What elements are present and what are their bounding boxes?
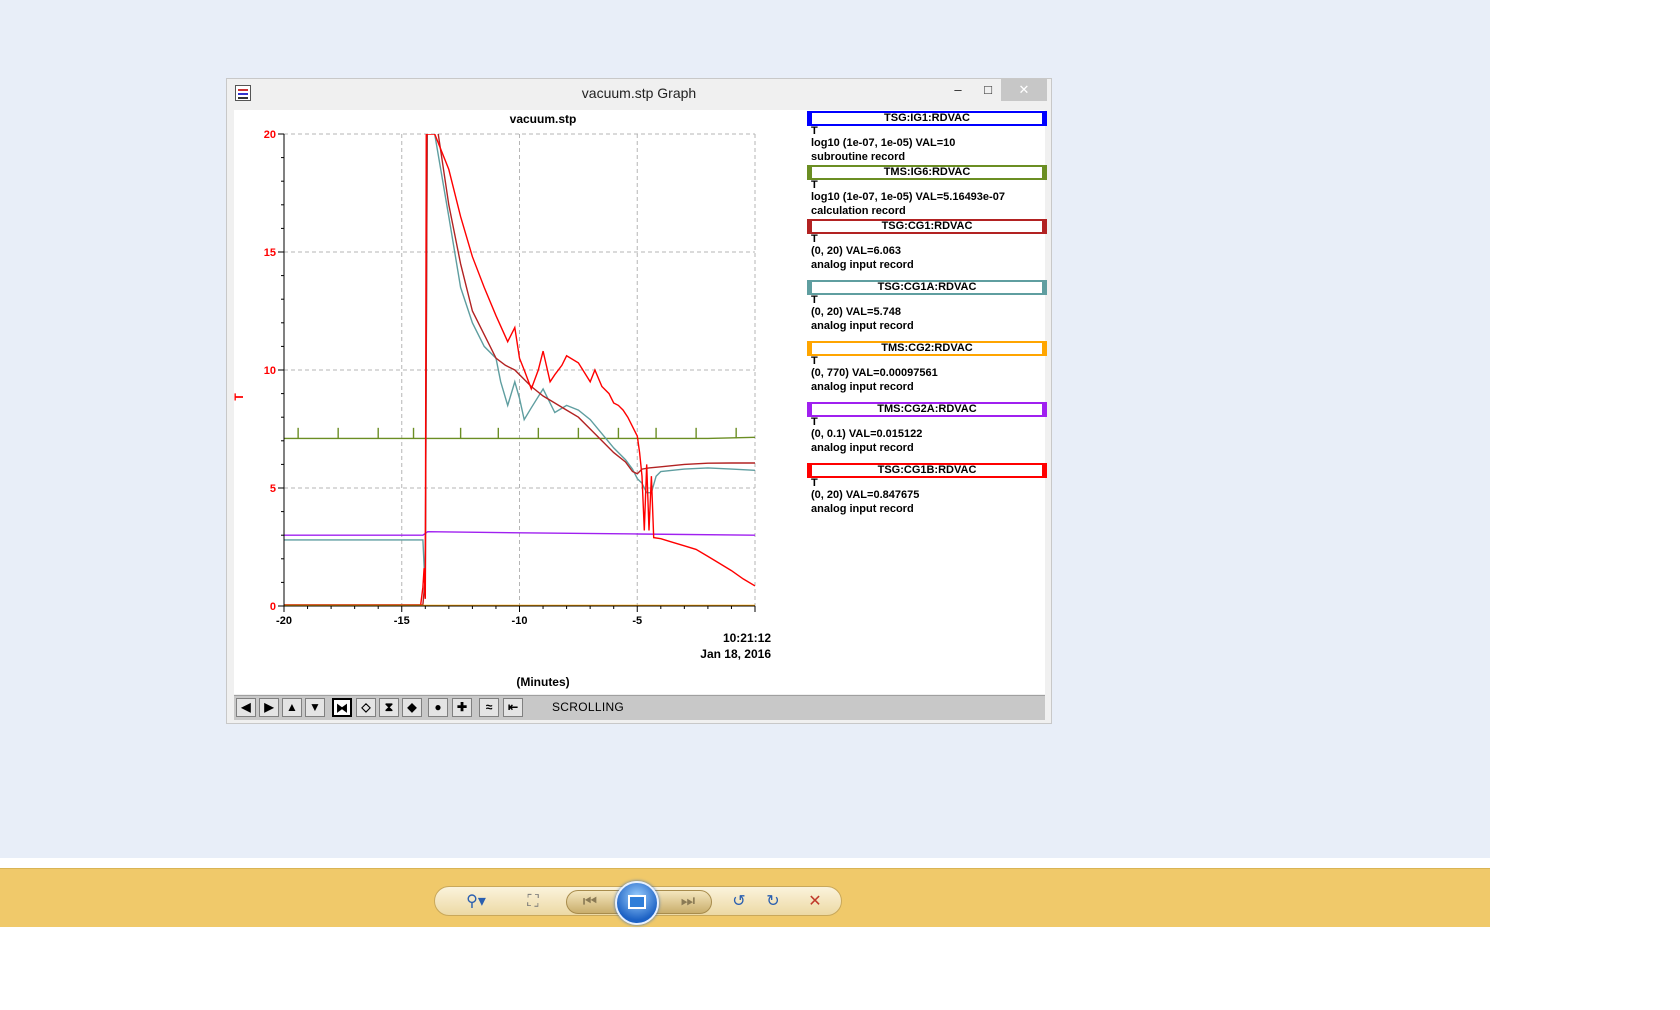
scroll-up-button[interactable]: ▲ (282, 698, 302, 717)
legend-pv-name[interactable]: TSG:CG1A:RDVAC (807, 280, 1047, 295)
viewer-toolbar: ⚲▾ ⛶ ⏮ ⏭ ↺ ↻ ✕ (0, 868, 1490, 927)
legend-unit: T (811, 233, 818, 245)
legend-range: (0, 770) VAL=0.00097561 (811, 367, 938, 379)
legend-pv-name[interactable]: TMS:CG2A:RDVAC (807, 402, 1047, 417)
y-tick-label: 5 (270, 483, 276, 495)
graph-toolbar: ◀ ▶ ▲ ▼ ⧓ ◇ ⧗ ◆ ● ✚ ≈ ⇤ SCROLLING (234, 695, 1045, 720)
legend-entry[interactable]: TSG:CG1B:RDVAC T (0, 20) VAL=0.847675 analo… (807, 463, 1047, 516)
legend-unit: T (811, 294, 818, 306)
scroll-right-button[interactable]: ▶ (259, 698, 279, 717)
timestamp-date: Jan 18, 2016 (700, 647, 771, 661)
next-icon[interactable]: ⏭ (675, 891, 701, 913)
zoom-in-y-button[interactable]: ⧗ (379, 698, 399, 717)
legend-entry[interactable]: TSG:CG1A:RDVAC T (0, 20) VAL=5.748 analog i… (807, 280, 1047, 333)
legend-unit: T (811, 416, 818, 428)
scroll-status-label: SCROLLING (552, 700, 625, 714)
auto-scale-button[interactable]: ● (428, 698, 448, 717)
legend-pv-name[interactable]: TMS:IG6:RDVAC (807, 165, 1047, 180)
legend-pv-name[interactable]: TSG:IG1:RDVAC (807, 111, 1047, 126)
legend-range: log10 (1e-07, 1e-05) VAL=10 (811, 137, 956, 149)
legend-pv-name[interactable]: TSG:CG1:RDVAC (807, 219, 1047, 234)
legend-entry[interactable]: TSG:CG1:RDVAC T (0, 20) VAL=6.063 analog in… (807, 219, 1047, 272)
legend: TSG:IG1:RDVAC Tlog10 (1e-07, 1e-05) VAL=1… (807, 111, 1047, 524)
zoom-out-y-button[interactable]: ◆ (402, 698, 422, 717)
legend-entry[interactable]: TMS:IG6:RDVAC Tlog10 (1e-07, 1e-05) VAL=5… (807, 165, 1047, 218)
chart-title: vacuum.stp (510, 112, 577, 126)
stagger-button[interactable]: ≈ (479, 698, 499, 717)
actual-size-icon[interactable]: ⛶ (519, 887, 547, 917)
zoom-out-x-button[interactable]: ◇ (356, 698, 376, 717)
y-tick-label: 10 (264, 365, 276, 377)
legend-entry[interactable]: TMS:CG2:RDVAC T (0, 770) VAL=0.00097561 ana… (807, 341, 1047, 394)
zoom-icon[interactable]: ⚲▾ (457, 887, 495, 917)
legend-unit: T (811, 355, 818, 367)
y-tick-label: 15 (264, 247, 276, 259)
add-button[interactable]: ✚ (452, 698, 472, 717)
minimize-button[interactable]: – (943, 79, 973, 101)
legend-pv-name[interactable]: TSG:CG1B:RDVAC (807, 463, 1047, 478)
legend-range: (0, 0.1) VAL=0.015122 (811, 428, 923, 440)
legend-range: (0, 20) VAL=6.063 (811, 245, 901, 257)
scroll-mode-button[interactable]: ⇤ (503, 698, 523, 717)
strip-chart[interactable]: vacuum.stp 0 5 10 15 20 -20 -15 -10 -5 T (Minute… (234, 110, 798, 694)
legend-type: analog input record (811, 381, 914, 393)
x-tick-label: -15 (394, 615, 410, 627)
timestamp-time: 10:21:12 (723, 631, 771, 645)
y-axis-label: T (234, 393, 246, 401)
legend-range: log10 (1e-07, 1e-05) VAL=5.16493e-07 (811, 191, 1005, 203)
slideshow-button[interactable] (615, 881, 659, 925)
slideshow-icon (628, 895, 646, 909)
y-tick-label: 0 (270, 601, 276, 613)
x-axis-label: (Minutes) (516, 675, 569, 689)
delete-icon[interactable]: ✕ (801, 887, 829, 917)
x-tick-label: -20 (276, 615, 292, 627)
legend-unit: T (811, 477, 818, 489)
maximize-button[interactable]: □ (973, 79, 1003, 101)
legend-type: analog input record (811, 503, 914, 515)
title-bar[interactable]: vacuum.stp Graph – □ ✕ (227, 79, 1051, 107)
window-title: vacuum.stp Graph (581, 85, 697, 101)
x-tick-label: -5 (632, 615, 642, 627)
legend-type: analog input record (811, 320, 914, 332)
legend-entry[interactable]: TSG:IG1:RDVAC Tlog10 (1e-07, 1e-05) VAL=1… (807, 111, 1047, 164)
scroll-left-button[interactable]: ◀ (236, 698, 256, 717)
x-tick-label: -10 (512, 615, 528, 627)
legend-unit: T (811, 179, 818, 191)
legend-unit: T (811, 125, 818, 137)
legend-pv-name[interactable]: TMS:CG2:RDVAC (807, 341, 1047, 356)
plot-area: vacuum.stp 0 5 10 15 20 -20 -15 -10 -5 T (Minute… (234, 110, 1047, 694)
legend-type: calculation record (811, 205, 906, 217)
rotate-counterclockwise-icon[interactable]: ↺ (725, 887, 753, 917)
scroll-down-button[interactable]: ▼ (305, 698, 325, 717)
y-tick-label: 20 (264, 129, 276, 141)
legend-type: subroutine record (811, 151, 906, 163)
legend-entry[interactable]: TMS:CG2A:RDVAC T (0, 0.1) VAL=0.015122 anal… (807, 402, 1047, 455)
rotate-clockwise-icon[interactable]: ↻ (759, 887, 787, 917)
legend-type: analog input record (811, 442, 914, 454)
graph-window: vacuum.stp Graph – □ ✕ vacuum.stp 0 5 10 15… (226, 78, 1052, 724)
legend-range: (0, 20) VAL=0.847675 (811, 489, 920, 501)
close-button[interactable]: ✕ (1001, 79, 1047, 101)
previous-icon[interactable]: ⏮ (577, 891, 603, 913)
zoom-in-x-button[interactable]: ⧓ (332, 698, 352, 717)
viewer-control-pill: ⚲▾ ⛶ ⏮ ⏭ ↺ ↻ ✕ (434, 881, 842, 925)
legend-type: analog input record (811, 259, 914, 271)
legend-range: (0, 20) VAL=5.748 (811, 306, 901, 318)
